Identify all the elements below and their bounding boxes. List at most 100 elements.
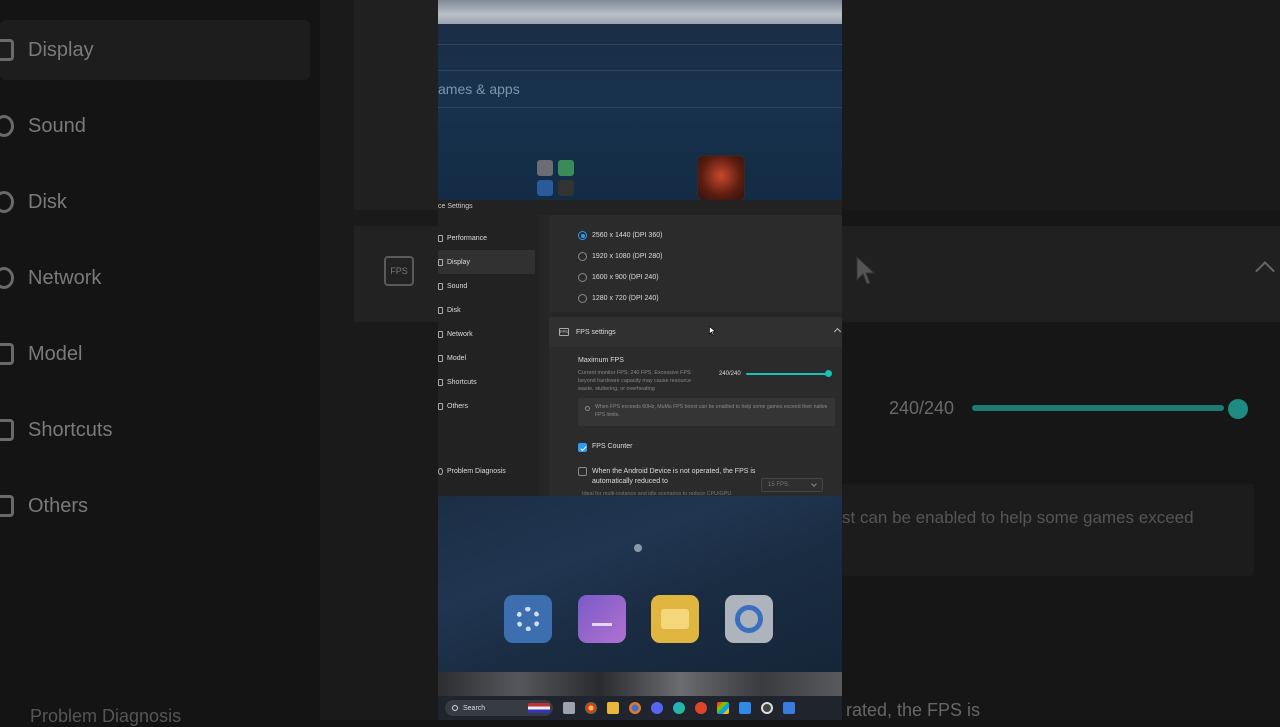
chevron-up-icon[interactable] (833, 327, 842, 336)
bg-nav-label: Sound (28, 114, 86, 137)
store-icon[interactable] (717, 702, 729, 714)
bg-tip-text: st can be enabled to help some games exc… (842, 508, 1194, 527)
photo-icon (592, 612, 612, 626)
grid-icon (438, 402, 443, 410)
radio-unselected[interactable] (578, 273, 587, 282)
files-app-icon[interactable] (651, 595, 699, 643)
edge-icon[interactable] (673, 702, 685, 714)
browser-app-icon[interactable] (725, 595, 773, 643)
bg-nav-model: Model (0, 324, 310, 384)
chrome-icon[interactable] (585, 702, 597, 714)
max-fps-slider-knob[interactable] (825, 370, 832, 377)
mouse-cursor-icon (856, 256, 876, 285)
gear-icon (516, 607, 540, 631)
sidebar-item-label: Display (447, 258, 470, 266)
bg-nav-sound: Sound (0, 96, 310, 156)
mouse-cursor-icon (709, 326, 717, 336)
play-games-icon[interactable] (558, 160, 574, 176)
resolution-option[interactable]: 1600 x 900 (DPI 240) (578, 273, 659, 282)
rock-image (438, 672, 842, 696)
firefox-icon[interactable] (629, 702, 641, 714)
bg-nav-disk: Disk (0, 172, 310, 232)
chevron-down-icon (811, 481, 817, 487)
bg-nav-label: Others (28, 494, 89, 517)
android-home-screen (438, 496, 842, 672)
sidebar-item-disk[interactable]: Disk (438, 298, 538, 322)
fps-boost-tip: When FPS exceeds 60Hz, MuMu FPS boost ca… (578, 398, 835, 426)
bg-fps-slider-track (972, 405, 1224, 411)
disk-icon (438, 306, 443, 314)
performance-icon (438, 234, 443, 242)
sidebar-item-label: Performance (447, 234, 488, 242)
auto-reduce-checkbox[interactable] (578, 467, 587, 476)
settings-app-icon[interactable] (504, 595, 552, 643)
file-explorer-icon[interactable] (607, 702, 619, 714)
resolution-option[interactable]: 2560 x 1440 (DPI 360) (578, 231, 662, 240)
max-fps-description: Current monitor FPS: 240 FPS. Excessive … (578, 370, 691, 392)
contacts-icon[interactable] (537, 180, 553, 196)
speaker-icon (0, 115, 14, 137)
phone-icon (438, 354, 443, 362)
speaker-icon (438, 282, 443, 290)
bg-nav-others: Others (0, 476, 310, 536)
radio-unselected[interactable] (578, 294, 587, 303)
settings-sidebar: Performance Display Sound Disk Network M… (438, 226, 538, 418)
sidebar-item-model[interactable]: Model (438, 346, 538, 370)
bg-nav-label: Display (28, 38, 94, 61)
camera-icon[interactable] (558, 180, 574, 196)
bg-nav-shortcuts: Shortcuts (0, 400, 310, 460)
sidebar-item-display[interactable]: Display (438, 250, 535, 274)
keyboard-icon (0, 419, 14, 441)
mumu-icon[interactable] (739, 702, 751, 714)
sidebar-item-label: Network (447, 330, 473, 338)
taskbar-search[interactable]: Search (445, 700, 553, 716)
max-fps-slider-track[interactable] (746, 373, 828, 375)
auto-reduce-fps-select[interactable]: 15 FPS (761, 478, 823, 492)
steam-icon[interactable] (761, 702, 773, 714)
game-app-icon[interactable] (697, 155, 745, 201)
sidebar-item-label: Sound (447, 282, 468, 290)
play-store-icon[interactable] (537, 160, 553, 176)
radio-unselected[interactable] (578, 252, 587, 261)
fps-settings-title: FPS settings (576, 328, 616, 336)
fps-counter-option[interactable]: FPS Counter (578, 443, 632, 452)
fps-select-value: 15 FPS (768, 482, 789, 488)
page-indicator (634, 544, 642, 552)
fps-icon: FPS (559, 328, 569, 336)
background-right-fps-row (842, 226, 1280, 322)
radio-selected[interactable] (578, 231, 587, 240)
gallery-app-icon[interactable] (578, 595, 626, 643)
sidebar-item-label: Shortcuts (447, 378, 477, 386)
bg-tip-box: st can be enabled to help some games exc… (842, 484, 1254, 576)
disk-icon (0, 191, 14, 213)
fps-counter-checkbox[interactable] (578, 443, 587, 452)
bg-fps-count: 240/240 (889, 398, 955, 418)
sidebar-item-shortcuts[interactable]: Shortcuts (438, 370, 538, 394)
brave-icon[interactable] (695, 702, 707, 714)
sidebar-item-problem-diagnosis[interactable]: Problem Diagnosis (438, 468, 506, 475)
resolution-list: 2560 x 1440 (DPI 360) 1920 x 1080 (DPI 2… (549, 215, 842, 312)
bg-fps-slider-knob (1228, 399, 1248, 419)
sidebar-item-others[interactable]: Others (438, 394, 538, 418)
divider (438, 44, 842, 45)
bg-auto-reduce-text: rated, the FPS is (846, 700, 981, 720)
device-settings-window: ce Settings Performance Display Sound Di… (438, 200, 842, 497)
auto-reduce-option[interactable]: When the Android Device is not operated,… (578, 467, 762, 487)
background-mid-block (354, 0, 438, 210)
mumu-player-icon[interactable] (783, 702, 795, 714)
lightbulb-icon (585, 406, 590, 411)
max-fps-value: 240/240 (719, 371, 741, 377)
task-view-icon[interactable] (563, 702, 575, 714)
resolution-option[interactable]: 1920 x 1080 (DPI 280) (578, 252, 662, 261)
phone-icon (0, 343, 14, 365)
sidebar-item-sound[interactable]: Sound (438, 274, 538, 298)
sidebar-item-performance[interactable]: Performance (438, 226, 538, 250)
sidebar-item-network[interactable]: Network (438, 322, 538, 346)
fps-settings-header[interactable]: FPS FPS settings (549, 317, 842, 347)
divider (438, 107, 842, 108)
discord-icon[interactable] (651, 702, 663, 714)
bg-problem-diagnosis: Problem Diagnosis (30, 706, 182, 726)
sidebar-item-label: Problem Diagnosis (447, 468, 506, 475)
resolution-option[interactable]: 1280 x 720 (DPI 240) (578, 294, 659, 303)
keyboard-icon (438, 378, 443, 386)
